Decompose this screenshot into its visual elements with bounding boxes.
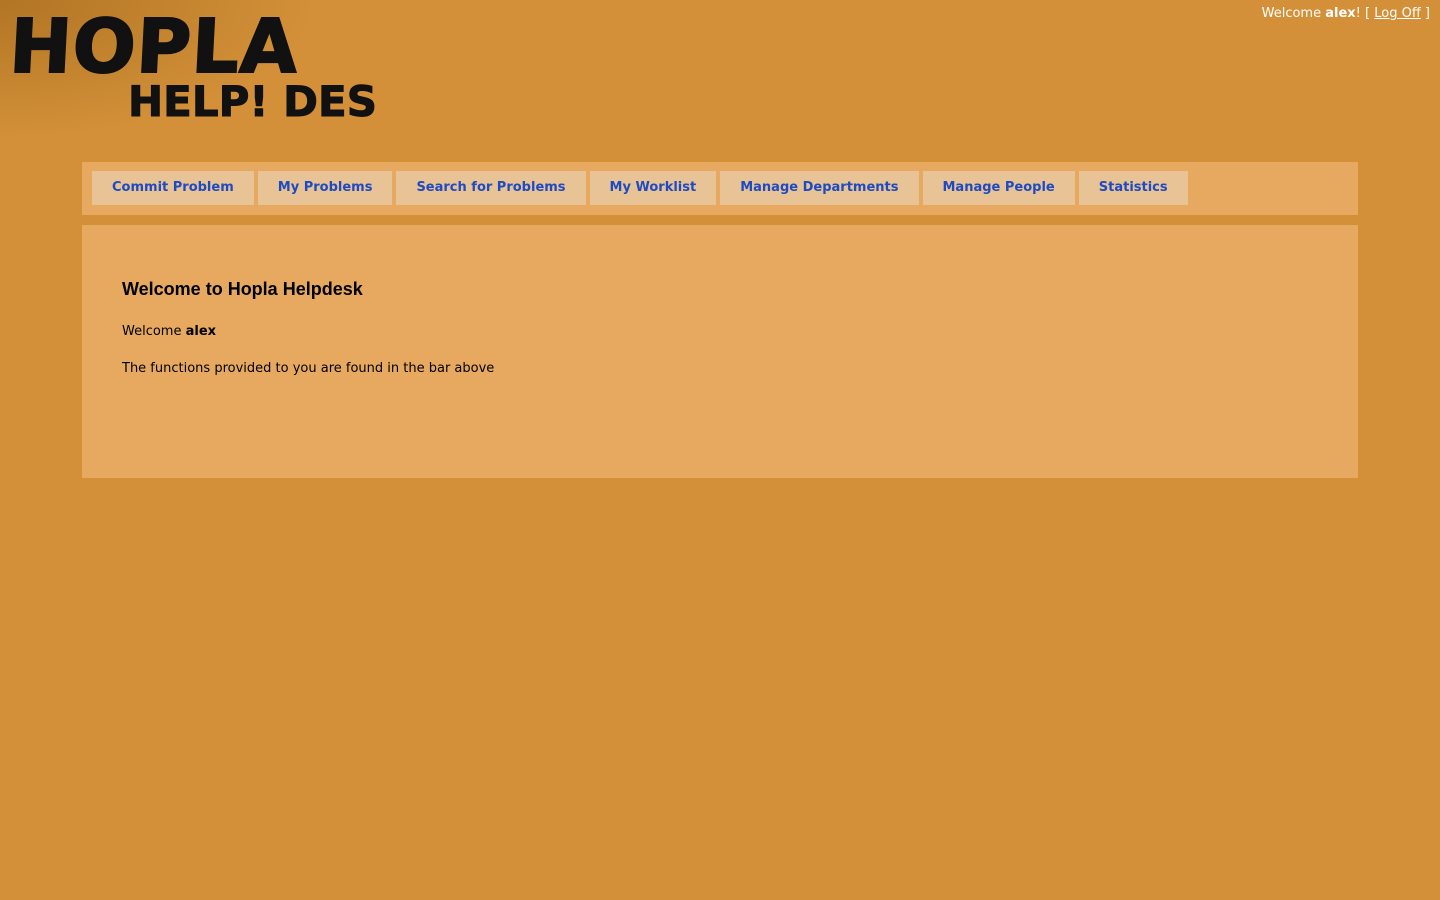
welcome-message: Welcome alex (122, 324, 1318, 339)
menu-item-my-worklist[interactable]: My Worklist (589, 171, 717, 205)
info-message: The functions provided to you are found … (122, 361, 495, 376)
menu-item-search-for-problems[interactable]: Search for Problems (396, 171, 586, 205)
welcome-prefix: Welcome (122, 324, 186, 339)
logo-image: HOPLA HELP! DESK (10, 6, 375, 126)
menu-bar: Commit Problem My Problems Search for Pr… (82, 162, 1358, 215)
menu-item-manage-people[interactable]: Manage People (922, 171, 1075, 205)
menu-item-statistics[interactable]: Statistics (1078, 171, 1188, 205)
page: HOPLA HELP! DESK Welcome alex! [ Log Off… (0, 0, 1440, 900)
welcome-username: alex (185, 324, 217, 339)
main-content: Welcome to Hopla Helpdesk Welcome alex T… (82, 225, 1358, 478)
login-close-bracket: ] (1420, 6, 1430, 21)
page-title: Welcome to Hopla Helpdesk (122, 279, 363, 299)
login-prefix: Welcome (1261, 6, 1326, 21)
logoff-link[interactable]: Log Off (1374, 6, 1421, 21)
menu-item-commit-problem[interactable]: Commit Problem (92, 171, 254, 205)
menu-item-manage-departments[interactable]: Manage Departments (720, 171, 919, 205)
login-username: alex (1325, 6, 1356, 21)
logo-line2: HELP! DESK (128, 77, 375, 126)
login-status: Welcome alex! [ Log Off ] (1262, 6, 1430, 21)
menu-item-my-problems[interactable]: My Problems (257, 171, 393, 205)
menu-list: Commit Problem My Problems Search for Pr… (82, 162, 1358, 205)
login-suffix: ! [ (1355, 6, 1375, 21)
site-logo[interactable]: HOPLA HELP! DESK (10, 6, 375, 126)
main-inner: Welcome to Hopla Helpdesk Welcome alex T… (82, 225, 1358, 376)
